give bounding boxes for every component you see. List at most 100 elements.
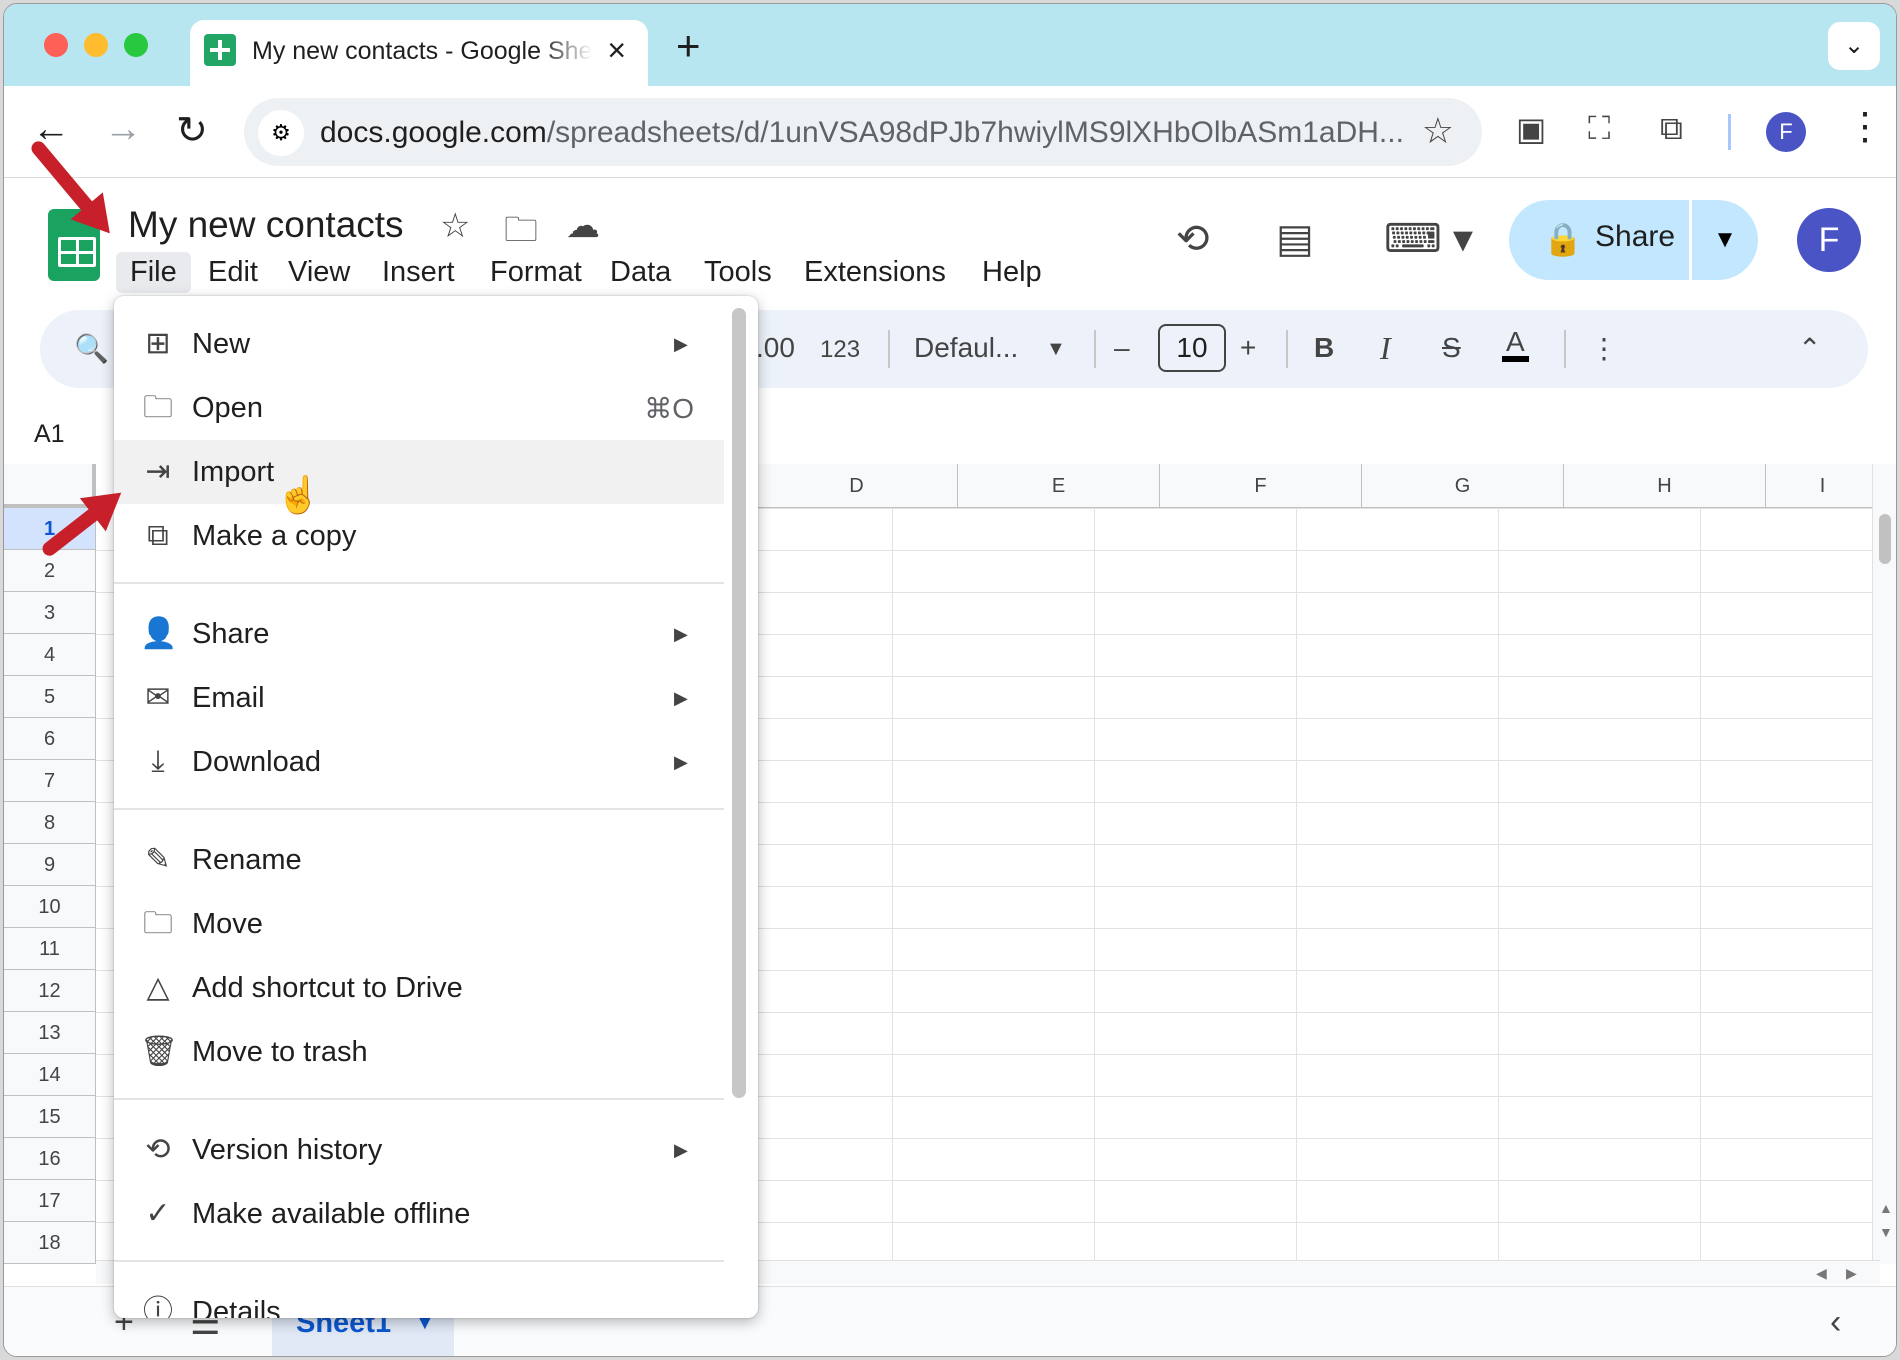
forward-arrow-icon[interactable]: → — [104, 108, 142, 151]
menu-file[interactable]: File — [116, 252, 191, 293]
font-size-input[interactable]: 10 — [1158, 324, 1226, 372]
file-menu-make-copy[interactable]: ⧉ Make a copy — [114, 504, 724, 568]
share-dropdown-icon[interactable]: ▼ — [1692, 200, 1758, 280]
decrease-font-size-button[interactable]: – — [1114, 332, 1130, 364]
minimize-window-button[interactable] — [84, 33, 108, 57]
increase-decimal-button[interactable]: .00 — [756, 332, 795, 364]
close-window-button[interactable] — [44, 33, 68, 57]
file-menu-add-shortcut[interactable]: △ Add shortcut to Drive — [114, 956, 724, 1020]
version-history-icon[interactable]: ⟲ — [1176, 216, 1210, 262]
menu-extensions[interactable]: Extensions — [790, 252, 960, 293]
row-header[interactable]: 10 — [4, 886, 96, 928]
menu-edit[interactable]: Edit — [194, 252, 272, 293]
comments-icon[interactable]: ▤ — [1276, 216, 1314, 262]
menu-view[interactable]: View — [274, 252, 364, 293]
scroll-up-arrow[interactable]: ▲ — [1879, 1200, 1893, 1216]
explore-collapse-icon[interactable]: ‹ — [1830, 1303, 1841, 1342]
font-dropdown-icon[interactable]: ▼ — [1046, 338, 1066, 361]
menu-item-label: Share — [192, 618, 270, 650]
column-header-e[interactable]: E — [958, 464, 1160, 508]
row-header[interactable]: 7 — [4, 760, 96, 802]
row-header[interactable]: 11 — [4, 928, 96, 970]
vertical-scroll-thumb[interactable] — [1879, 514, 1891, 564]
meet-video-icon[interactable]: ⌨ ▾ — [1384, 216, 1473, 262]
extensions-puzzle-icon[interactable]: ⧉ — [1660, 110, 1683, 148]
row-header[interactable]: 15 — [4, 1096, 96, 1138]
star-icon[interactable]: ☆ — [440, 206, 470, 246]
copy-icon: ⧉ — [147, 519, 169, 552]
menu-data[interactable]: Data — [596, 252, 685, 293]
download-icon: ⤓ — [151, 745, 165, 778]
file-menu-download[interactable]: ⤓ Download ▶ — [114, 730, 724, 794]
screen-capture-icon[interactable]: ⛶ — [1588, 110, 1610, 148]
name-box[interactable]: A1 — [34, 420, 65, 449]
row-header[interactable]: 16 — [4, 1138, 96, 1180]
site-settings-icon[interactable]: ⚙ — [258, 110, 304, 156]
tab-search-chevron-icon[interactable]: ⌄ — [1828, 22, 1880, 70]
file-menu-share[interactable]: 👤 Share ▶ — [114, 602, 724, 666]
row-header[interactable]: 5 — [4, 676, 96, 718]
share-button[interactable]: 🔒 Share — [1509, 200, 1689, 280]
row-header[interactable]: 14 — [4, 1054, 96, 1096]
extension-icon[interactable]: ▣ — [1516, 110, 1546, 148]
vertical-scrollbar[interactable]: ▲ ▼ — [1872, 464, 1896, 1264]
menu-help[interactable]: Help — [968, 252, 1056, 293]
more-options-icon[interactable]: ⋮ — [1590, 332, 1618, 365]
text-color-button[interactable]: A — [1502, 328, 1529, 362]
number-format-button[interactable]: 123 — [820, 336, 860, 364]
cloud-saved-icon[interactable]: ☁ — [566, 206, 600, 246]
file-menu-version-history[interactable]: ⟲ Version history ▶ — [114, 1118, 724, 1182]
file-menu-rename[interactable]: ✎ Rename — [114, 828, 724, 892]
column-header-h[interactable]: H — [1564, 464, 1766, 508]
zoom-window-button[interactable] — [124, 33, 148, 57]
account-avatar[interactable]: F — [1797, 208, 1861, 272]
scroll-right-arrow[interactable]: ▶ — [1846, 1265, 1857, 1282]
collapse-toolbar-icon[interactable]: ⌃ — [1798, 332, 1821, 365]
row-header[interactable]: 18 — [4, 1222, 96, 1264]
column-header-g[interactable]: G — [1362, 464, 1564, 508]
file-menu-email[interactable]: ✉ Email ▶ — [114, 666, 724, 730]
new-tab-button[interactable]: + — [676, 22, 701, 70]
bold-button[interactable]: B — [1314, 332, 1334, 364]
strikethrough-button[interactable]: S — [1442, 332, 1461, 364]
bookmark-star-icon[interactable]: ☆ — [1422, 110, 1454, 152]
row-header[interactable]: 3 — [4, 592, 96, 634]
column-header-i[interactable]: I — [1766, 464, 1880, 508]
file-menu-new[interactable]: ⊞ New ▶ — [114, 312, 724, 376]
row-header[interactable]: 9 — [4, 844, 96, 886]
scroll-down-arrow[interactable]: ▼ — [1879, 1224, 1893, 1240]
column-header-f[interactable]: F — [1160, 464, 1362, 508]
italic-button[interactable]: I — [1380, 330, 1391, 367]
move-folder-icon: 🗀 — [143, 907, 173, 940]
address-bar[interactable]: ⚙ docs.google.com/spreadsheets/d/1unVSA9… — [244, 98, 1482, 166]
file-menu-details[interactable]: ⓘ Details — [114, 1280, 724, 1318]
reload-icon[interactable]: ↻ — [176, 108, 208, 153]
document-title[interactable]: My new contacts — [128, 204, 404, 246]
browser-profile-avatar[interactable]: F — [1766, 112, 1806, 152]
menu-item-label: Make a copy — [192, 520, 357, 552]
row-header[interactable]: 17 — [4, 1180, 96, 1222]
row-header[interactable]: 8 — [4, 802, 96, 844]
file-menu-move[interactable]: 🗀 Move — [114, 892, 724, 956]
increase-font-size-button[interactable]: + — [1240, 332, 1256, 364]
menu-format[interactable]: Format — [476, 252, 596, 293]
row-header[interactable]: 2 — [4, 550, 96, 592]
font-family-select[interactable]: Defaul... — [914, 332, 1018, 364]
row-header[interactable]: 6 — [4, 718, 96, 760]
row-header[interactable]: 12 — [4, 970, 96, 1012]
search-menus-icon[interactable]: 🔍 — [74, 332, 109, 365]
menu-tools[interactable]: Tools — [690, 252, 786, 293]
browser-tab[interactable]: My new contacts - Google Sheets × — [190, 20, 648, 86]
menu-insert[interactable]: Insert — [368, 252, 469, 293]
browser-menu-icon[interactable]: ⋮ — [1846, 104, 1884, 149]
file-menu-trash[interactable]: 🗑 Move to trash — [114, 1020, 724, 1084]
column-header-d[interactable]: D — [756, 464, 958, 508]
scroll-left-arrow[interactable]: ◀ — [1816, 1265, 1827, 1282]
file-menu-open[interactable]: 🗀 Open ⌘O — [114, 376, 724, 440]
close-tab-icon[interactable]: × — [607, 32, 626, 69]
row-header[interactable]: 4 — [4, 634, 96, 676]
row-header[interactable]: 13 — [4, 1012, 96, 1054]
file-menu-import[interactable]: ⇥ Import — [114, 440, 724, 504]
file-menu-offline[interactable]: ✓ Make available offline — [114, 1182, 724, 1246]
menu-scrollbar-thumb[interactable] — [732, 308, 746, 1098]
